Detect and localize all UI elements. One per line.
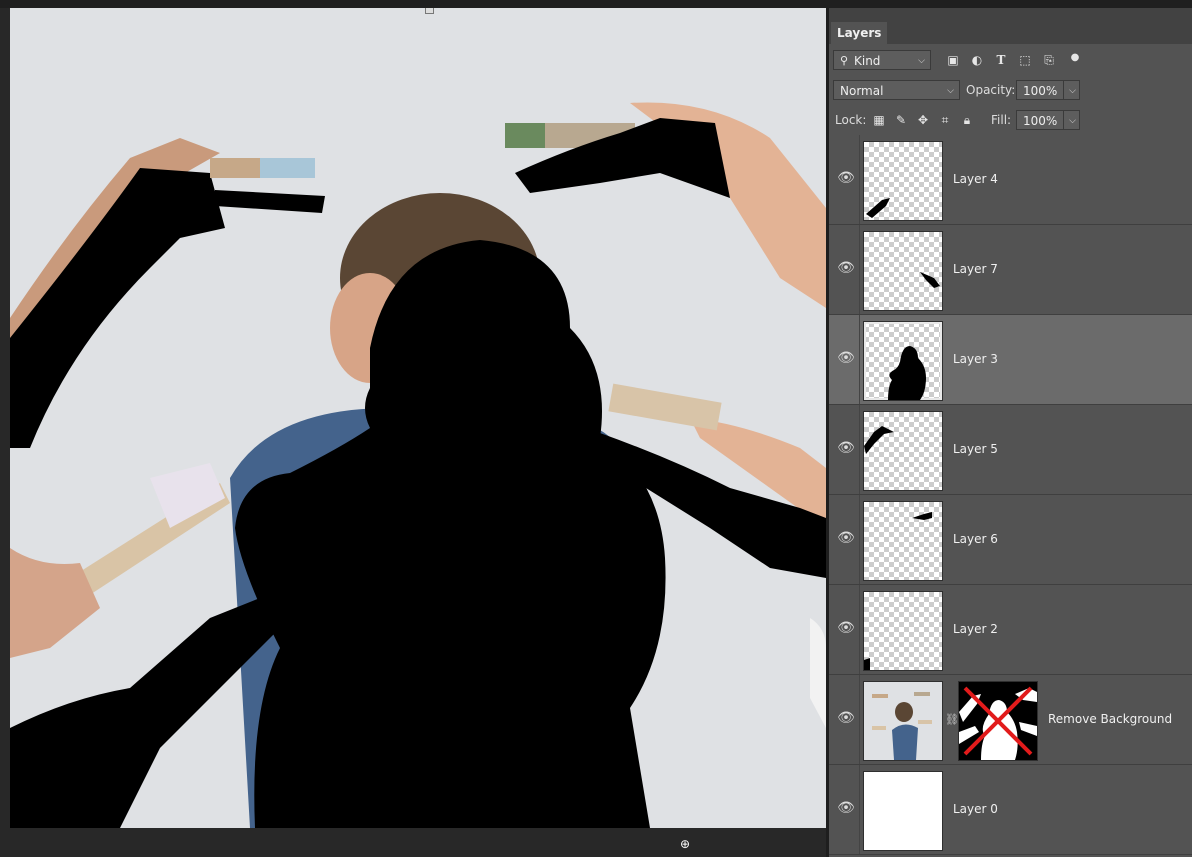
layers-list: 👁︎ Layer 4 👁︎ Layer 7 👁︎ Layer 3 👁︎ Laye… — [829, 135, 1192, 855]
lock-label: Lock: — [835, 113, 867, 127]
visibility-eye-icon[interactable]: 👁︎ — [837, 171, 855, 185]
visibility-eye-icon[interactable]: 👁︎ — [837, 801, 855, 815]
smart-object-filter-icon[interactable]: ⎘ — [1041, 52, 1057, 68]
layer-thumbnail[interactable] — [863, 231, 943, 311]
row-separator — [859, 585, 860, 674]
blend-mode-value: Normal — [840, 84, 884, 98]
opacity-dropdown-button[interactable]: ⌵ — [1063, 80, 1080, 100]
type-filter-icon[interactable]: T — [993, 52, 1009, 68]
row-separator — [859, 225, 860, 314]
row-separator — [859, 675, 860, 764]
image-filter-icon[interactable]: ▣ — [945, 52, 961, 68]
document-canvas-area[interactable]: ⊕ — [0, 8, 828, 857]
lock-position-icon[interactable]: ✥ — [915, 112, 931, 128]
layer-name[interactable]: Layer 7 — [953, 261, 998, 277]
opacity-label: Opacity: — [966, 83, 1016, 97]
layer-thumbnail[interactable] — [863, 321, 943, 401]
kind-filter-select[interactable]: ⚲ Kind ⌵ — [833, 50, 931, 70]
layer-name[interactable]: Remove Background — [1048, 711, 1172, 727]
layer-name[interactable]: Layer 0 — [953, 801, 998, 817]
lock-transparent-pixels-icon[interactable]: ▦ — [871, 112, 887, 128]
opacity-input[interactable]: 100% — [1016, 80, 1068, 100]
filter-toggle-icon[interactable]: ● — [1067, 50, 1083, 66]
lock-artboard-icon[interactable]: ⌗ — [937, 112, 953, 128]
tab-layers[interactable]: Layers — [831, 22, 888, 44]
layer-thumbnail[interactable] — [863, 141, 943, 221]
document-canvas[interactable] — [10, 8, 826, 828]
layer-name[interactable]: Layer 6 — [953, 531, 998, 547]
layer-row[interactable]: 👁︎ Layer 5 — [829, 405, 1192, 495]
lock-image-pixels-icon[interactable]: ✎ — [893, 112, 909, 128]
layer-row[interactable]: 👁︎ Layer 6 — [829, 495, 1192, 585]
lock-all-icon[interactable]: 🔒︎ — [959, 112, 975, 128]
layer-row-selected[interactable]: 👁︎ Layer 3 — [829, 315, 1192, 405]
visibility-eye-icon[interactable]: 👁︎ — [837, 261, 855, 275]
row-separator — [859, 765, 860, 854]
visibility-eye-icon[interactable]: 👁︎ — [837, 531, 855, 545]
visibility-eye-icon[interactable]: 👁︎ — [837, 711, 855, 725]
canvas-resize-handle[interactable] — [425, 8, 434, 14]
chevron-down-icon: ⌵ — [947, 86, 954, 96]
row-separator — [859, 135, 860, 224]
layer-thumbnail[interactable] — [863, 501, 943, 581]
layer-row[interactable]: 👁︎ Layer 0 — [829, 765, 1192, 855]
chevron-down-icon: ⌵ — [1069, 116, 1076, 126]
layer-mask-thumbnail[interactable] — [958, 681, 1038, 761]
layers-panel: Layers ⚲ Kind ⌵ ▣ ◐ T ⬚ ⎘ ● Normal ⌵ Opa… — [829, 8, 1192, 857]
adjustment-filter-icon[interactable]: ◐ — [969, 52, 985, 68]
row-separator — [859, 315, 860, 404]
shape-filter-icon[interactable]: ⬚ — [1017, 52, 1033, 68]
layer-name[interactable]: Layer 3 — [953, 351, 998, 367]
visibility-eye-icon[interactable]: 👁︎ — [837, 351, 855, 365]
layer-thumbnail[interactable] — [863, 771, 943, 851]
layer-thumbnail[interactable] — [863, 591, 943, 671]
visibility-eye-icon[interactable]: 👁︎ — [837, 441, 855, 455]
layer-row[interactable]: 👁︎ ⛓ Remove Background — [829, 675, 1192, 765]
layer-row[interactable]: 👁︎ Layer 2 — [829, 585, 1192, 675]
chevron-down-icon: ⌵ — [918, 56, 925, 66]
layers-tab-bar: Layers — [829, 22, 1192, 44]
fill-input[interactable]: 100% — [1016, 110, 1068, 130]
layer-row[interactable]: 👁︎ Layer 7 — [829, 225, 1192, 315]
canvas-image — [10, 8, 826, 828]
top-bar — [0, 0, 1192, 8]
fill-dropdown-button[interactable]: ⌵ — [1063, 110, 1080, 130]
layer-thumbnail[interactable] — [863, 411, 943, 491]
blend-mode-select[interactable]: Normal ⌵ — [833, 80, 960, 100]
chevron-down-icon: ⌵ — [1069, 86, 1076, 96]
layer-row[interactable]: 👁︎ Layer 4 — [829, 135, 1192, 225]
blend-row: Normal ⌵ Opacity: 100% ⌵ — [829, 77, 1192, 107]
lock-row: Lock: ▦ ✎ ✥ ⌗ 🔒︎ Fill: 100% ⌵ — [829, 107, 1192, 137]
search-icon: ⚲ — [840, 54, 849, 67]
row-separator — [859, 495, 860, 584]
mask-link-icon[interactable]: ⛓ — [945, 713, 959, 726]
layer-name[interactable]: Layer 2 — [953, 621, 998, 637]
move-cursor-icon: ⊕ — [680, 837, 691, 851]
layer-name[interactable]: Layer 5 — [953, 441, 998, 457]
layer-thumbnail[interactable] — [863, 681, 943, 761]
row-separator — [859, 405, 860, 494]
fill-label: Fill: — [991, 113, 1012, 127]
filter-row: ⚲ Kind ⌵ ▣ ◐ T ⬚ ⎘ ● — [829, 47, 1192, 77]
layer-name[interactable]: Layer 4 — [953, 171, 998, 187]
panel-header-strip — [829, 8, 1192, 22]
kind-filter-value: Kind — [854, 54, 881, 68]
visibility-eye-icon[interactable]: 👁︎ — [837, 621, 855, 635]
